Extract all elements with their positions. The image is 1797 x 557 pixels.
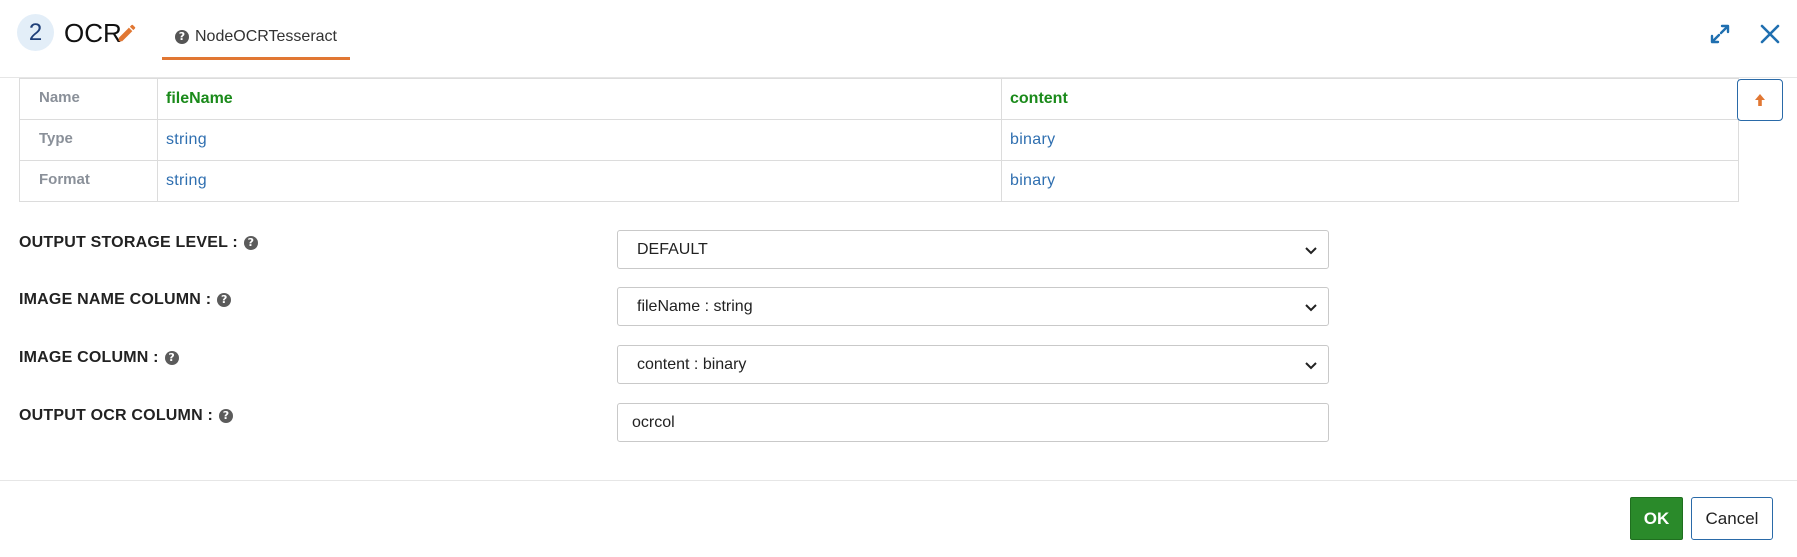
output-storage-level-row: OUTPUT STORAGE LEVEL : ? DEFAULT (19, 230, 1349, 270)
column-name-cell: fileName (166, 90, 233, 107)
dialog-title: OCR (64, 18, 122, 48)
dialog-header: 2 OCR ? NodeOCRTesseract (0, 0, 1797, 70)
image-name-column-row: IMAGE NAME COLUMN : ? fileName : string (19, 287, 1349, 327)
output-ocr-column-value: ocrcol (632, 413, 675, 431)
chevron-down-icon (1305, 362, 1317, 370)
question-circle-icon: ? (175, 29, 189, 44)
cancel-button[interactable]: Cancel (1691, 497, 1773, 540)
chevron-down-icon (1305, 304, 1317, 312)
row-header-name: Name (19, 78, 158, 120)
image-column-select[interactable]: content : binary (617, 345, 1329, 384)
schema-table: Name fileName content Type string binary… (19, 78, 1739, 202)
column-type-cell: string (166, 131, 207, 148)
image-column-label: IMAGE COLUMN : (19, 349, 159, 366)
column-format-cell: string (166, 172, 207, 189)
image-column-row: IMAGE COLUMN : ? content : binary (19, 345, 1349, 385)
step-number-badge: 2 (17, 14, 54, 51)
row-header-format: Format (19, 160, 158, 202)
output-ocr-column-input[interactable]: ocrcol (617, 403, 1329, 442)
pencil-icon[interactable] (116, 22, 138, 44)
tab-node-ocr-tesseract[interactable]: ? NodeOCRTesseract (162, 16, 350, 60)
table-row: Name fileName content (19, 78, 1739, 120)
output-storage-level-select[interactable]: DEFAULT (617, 230, 1329, 269)
image-name-column-value: fileName : string (637, 297, 753, 315)
arrow-up-icon (1755, 94, 1765, 106)
chevron-down-icon (1305, 247, 1317, 255)
tab-label: NodeOCRTesseract (195, 27, 337, 45)
ok-button[interactable]: OK (1630, 497, 1683, 540)
output-storage-level-label: OUTPUT STORAGE LEVEL : (19, 234, 238, 251)
close-icon[interactable] (1758, 22, 1782, 46)
output-storage-level-value: DEFAULT (637, 240, 708, 258)
output-ocr-column-label: OUTPUT OCR COLUMN : (19, 407, 214, 424)
output-ocr-column-row: OUTPUT OCR COLUMN : ? ocrcol (19, 403, 1349, 443)
question-circle-icon[interactable]: ? (243, 236, 258, 250)
table-row: Type string binary (19, 119, 1739, 161)
image-name-column-label: IMAGE NAME COLUMN : (19, 291, 212, 308)
column-name-cell: content (1010, 90, 1068, 107)
table-row: Format string binary (19, 160, 1739, 202)
question-circle-icon[interactable]: ? (217, 293, 232, 307)
image-name-column-select[interactable]: fileName : string (617, 287, 1329, 326)
scroll-to-top-button[interactable] (1737, 79, 1783, 121)
row-header-type: Type (19, 119, 158, 161)
footer-divider (0, 480, 1797, 481)
question-circle-icon[interactable]: ? (164, 351, 179, 365)
column-type-cell: binary (1010, 131, 1056, 148)
question-circle-icon[interactable]: ? (219, 409, 234, 423)
image-column-value: content : binary (637, 355, 747, 373)
expand-icon[interactable] (1708, 22, 1732, 46)
column-format-cell: binary (1010, 172, 1056, 189)
